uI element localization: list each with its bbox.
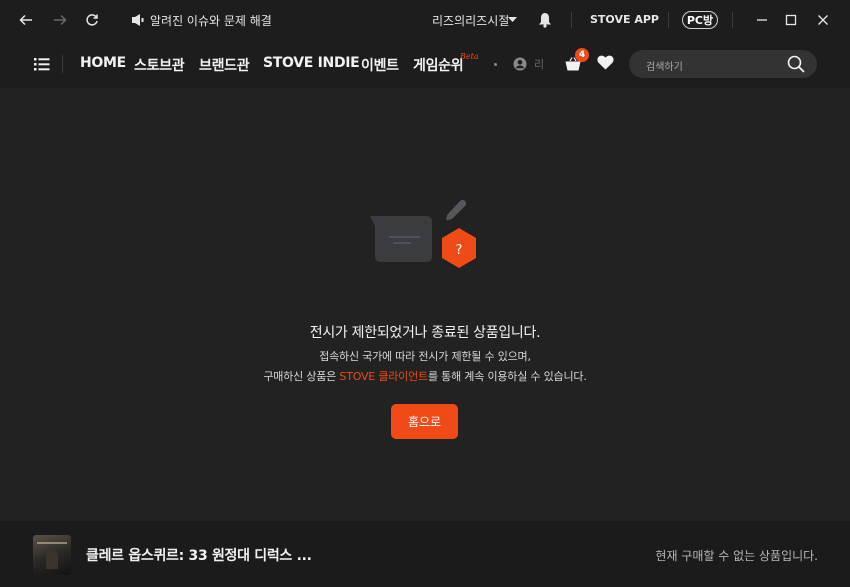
nav-item-indie[interactable]: STOVE INDIE [263, 55, 360, 71]
search-icon[interactable] [787, 55, 805, 73]
menu-icon [34, 58, 50, 71]
search-input[interactable]: 검색하기 [646, 58, 683, 73]
thumbnail-detail [46, 551, 58, 569]
profile-button[interactable]: 리 [513, 56, 545, 72]
forward-button[interactable] [50, 10, 70, 30]
back-button[interactable] [16, 10, 36, 30]
pc-bang-badge[interactable]: PC방 [682, 11, 718, 29]
notice-label: 알려진 이슈와 문제 해결 [150, 14, 272, 28]
wishlist-button[interactable] [597, 55, 615, 73]
thumbnail-detail [37, 542, 67, 544]
notice-icon [132, 14, 144, 26]
menu-button[interactable] [34, 56, 50, 72]
profile-label: 리 [534, 58, 545, 71]
cart-count-badge: 4 [575, 48, 589, 62]
nav-item-brand[interactable]: 브랜드관 [199, 55, 250, 75]
user-name: 리즈의리즈시절 [432, 14, 510, 28]
message-title: 전시가 제한되었거나 종료된 상품입니다. [309, 325, 541, 341]
chat-question-illustration: ? [370, 199, 476, 268]
nav-item-ranking[interactable]: 게임순위 [413, 55, 464, 75]
message-line-2-prefix: 구매하신 상품은 [263, 370, 340, 383]
notification-button[interactable] [535, 10, 555, 30]
maximize-icon [785, 14, 797, 26]
divider [668, 12, 669, 28]
close-button[interactable] [813, 10, 833, 30]
product-title: 클레르 옵스퀴르: 33 원정대 디럭스 ... [86, 548, 312, 564]
divider [732, 12, 733, 28]
nav-item-home[interactable]: HOME [80, 55, 126, 71]
divider [571, 12, 572, 28]
profile-icon [513, 57, 527, 71]
title-bar: 알려진 이슈와 문제 해결 리즈의리즈시절 STOVE APP PC방 [0, 0, 850, 40]
notice-link[interactable]: 알려진 이슈와 문제 해결 [130, 10, 272, 30]
refresh-button[interactable] [82, 10, 102, 30]
nav-item-stove[interactable]: 스토브관 [134, 55, 185, 75]
main-nav: HOME 스토브관 브랜드관 STOVE INDIE 이벤트 게임순위 Beta… [0, 40, 850, 88]
minimize-button[interactable] [752, 10, 772, 30]
forward-icon [54, 14, 67, 26]
product-status: 현재 구매할 수 없는 상품입니다. [655, 549, 818, 563]
message-line-1: 접속하신 국가에 따라 전시가 제한될 수 있으며, [319, 350, 531, 363]
close-icon [818, 15, 828, 25]
message-line-2-suffix: 를 통해 계속 이용하실 수 있습니다. [427, 370, 587, 383]
dot-separator [494, 63, 497, 66]
divider [62, 55, 63, 73]
home-button[interactable]: 홈으로 [391, 404, 458, 439]
message-line-2: 구매하신 상품은 STOVE 클라이언트를 통해 계속 이용하실 수 있습니다. [0, 368, 850, 384]
user-menu[interactable]: 리즈의리즈시절 [432, 10, 522, 30]
search-box[interactable]: 검색하기 [629, 50, 817, 78]
maximize-button[interactable] [781, 10, 801, 30]
product-bar: 클레르 옵스퀴르: 33 원정대 디럭스 ... 현재 구매할 수 없는 상품입… [0, 521, 850, 587]
product-thumbnail [33, 535, 71, 575]
refresh-icon [86, 14, 98, 26]
heart-icon [597, 55, 614, 70]
beta-label: Beta [460, 52, 479, 61]
minimize-icon [757, 19, 767, 21]
back-icon [19, 14, 32, 26]
nav-item-event[interactable]: 이벤트 [361, 55, 399, 75]
stove-app-link[interactable]: STOVE APP [590, 13, 659, 26]
bell-icon [539, 13, 551, 28]
stove-client-link[interactable]: STOVE 클라이언트 [339, 370, 428, 383]
chevron-down-icon [508, 17, 517, 22]
svg-text:?: ? [456, 243, 463, 258]
